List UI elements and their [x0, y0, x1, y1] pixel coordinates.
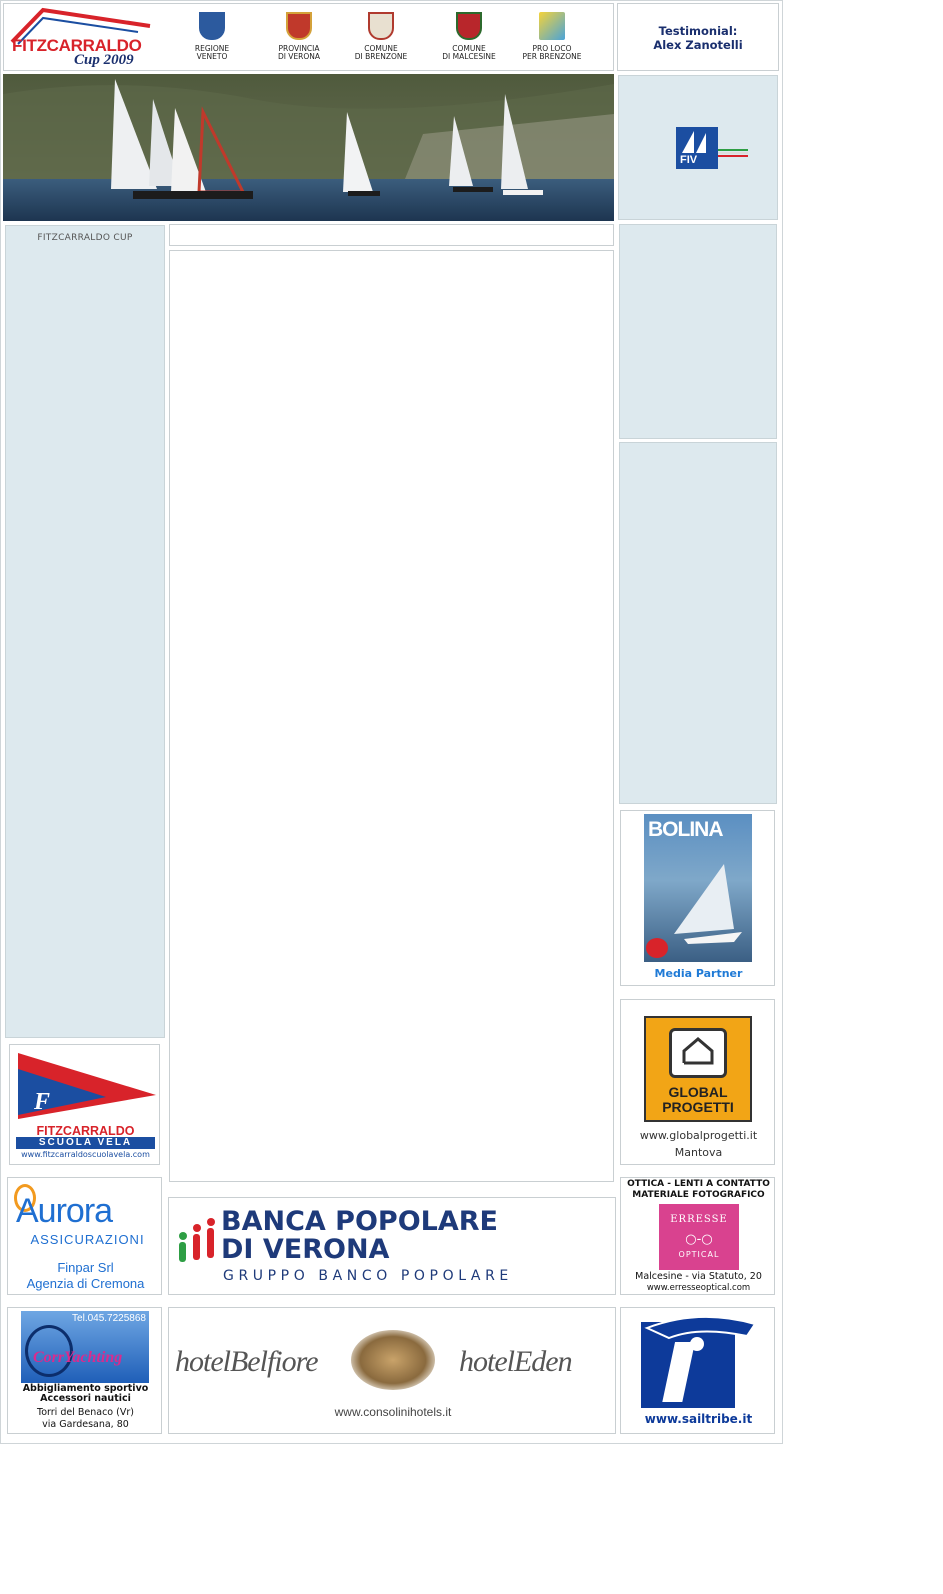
scuola-vela-url: www.fitzcarraldoscuolavela.com [21, 1150, 150, 1159]
glasses-icon: ○-○ [685, 1232, 713, 1247]
global-progetti-name: GLOBAL PROGETTI [646, 1085, 750, 1115]
corr-yachting-ad[interactable]: Tel.045.7225868 CorrYachting Abbigliamen… [7, 1307, 162, 1434]
verona-crest-icon [286, 12, 312, 40]
global-progetti-city: Mantova [674, 1146, 723, 1159]
scuola-vela-ad[interactable]: F FITZCARRALDO SCUOLA VELA www.fitzcarra… [9, 1044, 160, 1165]
aurora-name: Aurora [16, 1192, 113, 1230]
aurora-ad[interactable]: Aurora ASSICURAZIONI Finpar Srl Agenzia … [7, 1177, 162, 1295]
regatta-image [3, 74, 614, 221]
ottica-url: www.erresseoptical.com [646, 1283, 751, 1293]
ottica-line1: OTTICA - LENTI A CONTATTO [627, 1179, 770, 1189]
right-sidebar-panel-top [619, 224, 777, 439]
bolina-caption: Media Partner [654, 967, 743, 980]
municipality-comune-brenzone[interactable]: COMUNE DI BRENZONE [349, 12, 413, 61]
left-sidebar-title: FITZCARRALDO CUP [37, 233, 133, 243]
municipality-line2: DI BRENZONE [354, 52, 408, 61]
scuola-vela-subtitle: SCUOLA VELA [16, 1137, 155, 1149]
sailtribe-ad[interactable]: www.sailtribe.it [620, 1307, 775, 1434]
left-sidebar: FITZCARRALDO CUP [5, 225, 165, 1038]
testimonial-name: Alex Zanotelli [653, 38, 743, 52]
testimonial-label: Testimonial: [658, 24, 738, 38]
content-header-bar [169, 224, 614, 246]
banca-line1: BANCA POPOLARE [221, 1206, 499, 1237]
municipality-pro-loco-brenzone[interactable]: PRO LOCO PER BRENZONE [520, 12, 584, 61]
sailtribe-logo-icon [641, 1315, 757, 1408]
municipality-provincia-verona[interactable]: PROVINCIA DI VERONA [267, 12, 331, 61]
cover-badge-icon [646, 938, 668, 958]
aurora-agency: Finpar Srl Agenzia di Cremona [8, 1260, 163, 1292]
erresse-logo: ERRESSE ○-○ OPTICAL [659, 1204, 739, 1270]
hotel-belfiore: hotelBelfiore [175, 1345, 319, 1378]
testimonial-box[interactable]: Testimonial: Alex Zanotelli [617, 3, 779, 71]
scuola-vela-title: FITZCARRALDO [36, 1124, 135, 1138]
fiv-text: FIV [680, 154, 698, 166]
fitzcarraldo-cup-logo[interactable]: FITZCARRALDO Cup 2009 [10, 6, 156, 68]
municipality-line2: DI VERONA [277, 52, 321, 61]
ottica-ad[interactable]: OTTICA - LENTI A CONTATTO MATERIALE FOTO… [620, 1177, 775, 1295]
corr-phone: Tel.045.7225868 [72, 1313, 146, 1324]
bolina-ad[interactable]: BOLINA Media Partner [620, 810, 775, 986]
malcesine-crest-icon [456, 12, 482, 40]
global-progetti-ad[interactable]: GLOBAL PROGETTI www.globalprogetti.it Ma… [620, 999, 775, 1165]
erresse-sub: OPTICAL [678, 1250, 720, 1259]
banca-people-icon [179, 1218, 215, 1262]
banca-name: BANCA POPOLARE DI VERONA [221, 1208, 498, 1264]
corr-tagline: Abbigliamento sportivo Accessori nautici [8, 1384, 163, 1404]
banca-line2: DI VERONA [221, 1234, 390, 1265]
global-progetti-url: www.globalprogetti.it [639, 1129, 758, 1142]
corr-line2: Accessori nautici [40, 1393, 131, 1404]
corr-address: Torri del Benaco (Vr) via Gardesana, 80 [8, 1407, 163, 1431]
fiv-box[interactable]: FIV [618, 75, 778, 220]
erresse-brand: ERRESSE [670, 1214, 728, 1225]
aurora-line2: Agenzia di Cremona [26, 1276, 145, 1291]
corr-yachting-logo: Tel.045.7225868 CorrYachting [21, 1311, 149, 1383]
corr-brand: CorrYachting [33, 1349, 123, 1366]
municipality-line2: VENETO [196, 52, 228, 61]
ottica-line2: MATERIALE FOTOGRAFICO [632, 1190, 765, 1200]
municipality-line2: DI MALCESINE [442, 52, 496, 61]
sailing-photo [3, 74, 614, 221]
hotels-url: www.consolinihotels.it [334, 1405, 452, 1419]
corr-line3: Torri del Benaco (Vr) [37, 1407, 134, 1418]
bolina-magazine-cover: BOLINA [644, 814, 752, 962]
corr-line4: via Gardesana, 80 [42, 1419, 129, 1430]
global-progetti-logo: GLOBAL PROGETTI [644, 1016, 752, 1122]
global-progetti-line2: PROGETTI [662, 1099, 734, 1115]
municipality-regione-veneto[interactable]: REGIONE VENETO [180, 12, 244, 61]
pro-loco-logo-icon [539, 12, 565, 40]
hotel-photo-oval [351, 1330, 435, 1390]
global-progetti-line1: GLOBAL [668, 1084, 728, 1100]
global-progetti-info: www.globalprogetti.it Mantova [621, 1127, 776, 1161]
bolina-title: BOLINA [648, 818, 723, 841]
consolini-hotels-ad[interactable]: hotelBelfiore hotelEden www.consolinihot… [168, 1307, 616, 1434]
hotel-eden: hotelEden [459, 1345, 573, 1378]
municipality-line2: PER BRENZONE [522, 52, 582, 61]
flag-logo-icon: F [18, 1053, 156, 1119]
banca-group: GRUPPO BANCO POPOLARE [223, 1268, 513, 1284]
aurora-line1: Finpar Srl [57, 1260, 114, 1275]
aurora-subtitle: ASSICURAZIONI [30, 1232, 145, 1247]
right-sidebar-panel-middle [619, 442, 777, 804]
sailtribe-url: www.sailtribe.it [644, 1412, 753, 1426]
main-content-area [169, 250, 614, 1182]
house-outline-icon [682, 1037, 714, 1065]
ottica-header: OTTICA - LENTI A CONTATTO MATERIALE FOTO… [621, 1179, 776, 1201]
header-banner: FITZCARRALDO Cup 2009 REGIONE VENETO PRO… [3, 3, 614, 71]
logo-subtitle: Cup 2009 [74, 52, 134, 68]
sailboat-icon [674, 864, 742, 944]
ottica-address: Malcesine - via Statuto, 20 [635, 1271, 762, 1282]
banca-popolare-ad[interactable]: BANCA POPOLARE DI VERONA GRUPPO BANCO PO… [168, 1197, 616, 1295]
brenzone-crest-icon [368, 12, 394, 40]
house-icon [669, 1028, 727, 1078]
svg-text:F: F [33, 1089, 50, 1115]
municipality-comune-malcesine[interactable]: COMUNE DI MALCESINE [437, 12, 501, 61]
veneto-crest-icon [199, 12, 225, 40]
fiv-logo[interactable]: FIV [676, 127, 750, 169]
